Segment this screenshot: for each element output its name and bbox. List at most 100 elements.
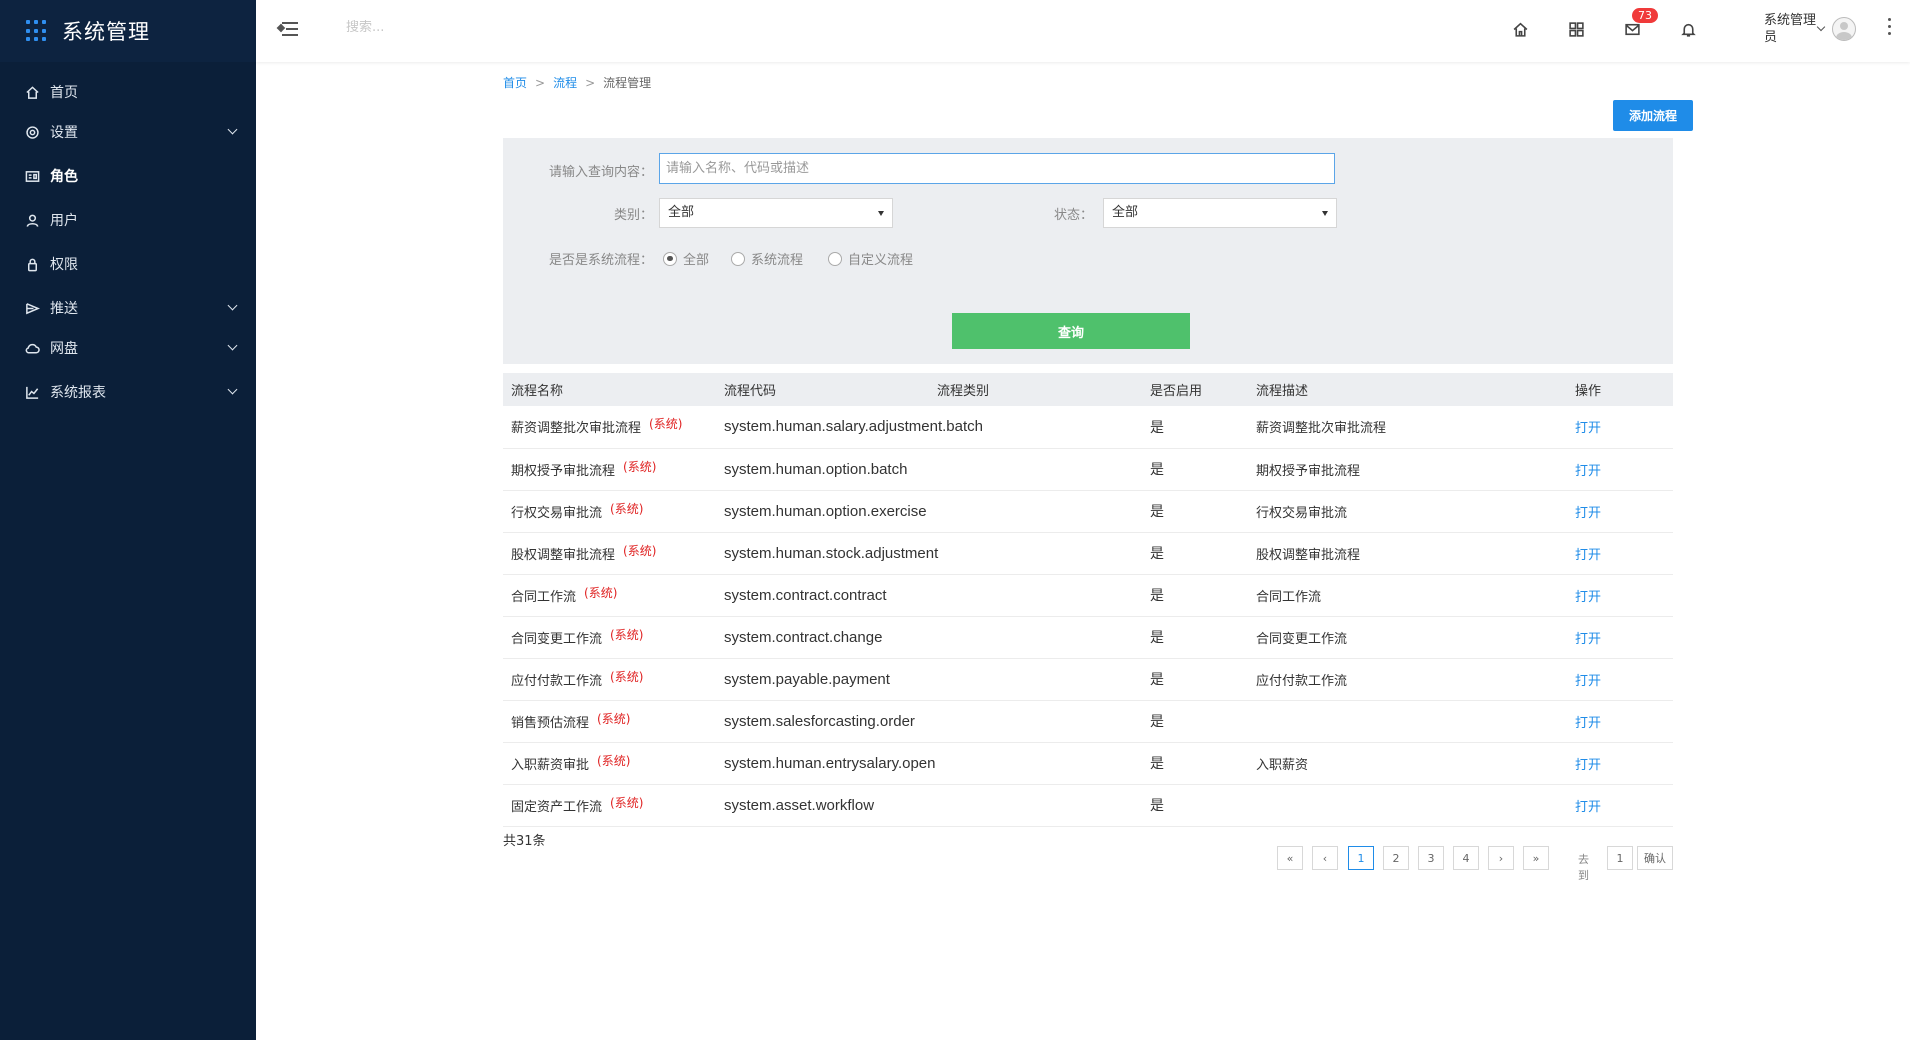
radio-all[interactable]: 全部: [663, 249, 709, 268]
goto-page-input[interactable]: 1: [1607, 846, 1633, 870]
open-link[interactable]: 打开: [1575, 800, 1601, 815]
flow-description: 入职薪资: [1248, 742, 1567, 785]
open-link[interactable]: 打开: [1575, 632, 1601, 647]
flow-description: 薪资调整批次审批流程: [1248, 406, 1567, 449]
sidebar-item-label: 首页: [50, 85, 78, 101]
add-flow-button[interactable]: 添加流程: [1613, 100, 1693, 131]
caret-down-icon: [878, 211, 884, 216]
sidebar-toggle-icon[interactable]: [276, 20, 298, 38]
flow-action-cell: 打开: [1567, 448, 1673, 491]
flow-name: 股权调整审批流程: [511, 547, 616, 563]
chart-line-icon: [24, 384, 40, 400]
mail-badge: 73: [1632, 8, 1658, 23]
query-input[interactable]: [659, 153, 1335, 184]
open-link[interactable]: 打开: [1575, 548, 1601, 563]
chevron-down-icon[interactable]: [1816, 22, 1826, 32]
open-link[interactable]: 打开: [1575, 421, 1601, 436]
more-vertical-icon[interactable]: [1888, 18, 1892, 39]
sidebar-item-2[interactable]: 角色: [0, 154, 256, 198]
flow-description: 行权交易审批流: [1248, 490, 1567, 533]
chevron-down-icon: [227, 340, 238, 351]
table-header-row: 流程名称 流程代码 流程类别 是否启用 流程描述 操作: [503, 373, 1673, 406]
mail-icon[interactable]: 73: [1622, 8, 1658, 39]
flow-code: system.salesforcasting.order: [716, 700, 929, 743]
flow-category: [929, 784, 1142, 827]
flow-name: 薪资调整批次审批流程: [511, 421, 642, 437]
goto-confirm-button[interactable]: 确认: [1637, 846, 1673, 870]
sidebar-item-6[interactable]: 网盘: [0, 326, 256, 370]
open-link[interactable]: 打开: [1575, 506, 1601, 521]
sidebar-item-label: 用户: [50, 213, 78, 229]
sidebar-item-1[interactable]: 设置: [0, 110, 256, 154]
col-header-code: 流程代码: [716, 373, 929, 406]
filter-panel: 请输入查询内容： 类别： 全部 状态： 全部 是否是系统流程： 全部 系统流程 …: [503, 138, 1673, 364]
radio-system[interactable]: 系统流程: [731, 249, 803, 268]
sidebar-item-label: 权限: [50, 257, 78, 273]
flow-enabled: 是: [1142, 448, 1248, 491]
home-icon[interactable]: [1510, 19, 1530, 39]
sidebar-item-4[interactable]: 权限: [0, 242, 256, 286]
first-page-button[interactable]: «: [1277, 846, 1303, 870]
flow-name: 期权授予审批流程: [511, 463, 616, 479]
sidebar-item-5[interactable]: 推送: [0, 286, 256, 330]
lock-icon: [24, 256, 40, 272]
username[interactable]: 系统管理员: [1764, 12, 1816, 46]
prev-page-button[interactable]: ‹: [1312, 846, 1338, 870]
next-page-button[interactable]: ›: [1488, 846, 1514, 870]
flow-code: system.human.entrysalary.open: [716, 742, 936, 785]
radio-custom[interactable]: 自定义流程: [828, 249, 913, 268]
flow-category: [929, 448, 1142, 491]
flow-enabled: 是: [1142, 490, 1248, 533]
open-link[interactable]: 打开: [1575, 464, 1601, 479]
category-select[interactable]: 全部: [659, 198, 893, 228]
apps-icon[interactable]: [1566, 19, 1586, 39]
system-tag: (系统): [584, 585, 618, 600]
flow-action-cell: 打开: [1567, 532, 1673, 575]
page-4-button[interactable]: 4: [1453, 846, 1479, 870]
col-header-description: 流程描述: [1248, 373, 1567, 406]
cloud-icon: [24, 340, 40, 356]
open-link[interactable]: 打开: [1575, 590, 1601, 605]
breadcrumb-flow[interactable]: 流程: [553, 76, 577, 90]
flow-description: 期权授予审批流程: [1248, 448, 1567, 491]
bell-icon[interactable]: [1678, 19, 1698, 39]
system-tag: (系统): [610, 795, 644, 810]
flow-description: [1248, 700, 1567, 743]
page-2-button[interactable]: 2: [1383, 846, 1409, 870]
flow-enabled: 是: [1142, 616, 1248, 659]
sidebar-item-label: 推送: [50, 301, 78, 317]
flow-name-cell: 应付付款工作流 (系统): [503, 658, 716, 701]
sidebar-item-0[interactable]: 首页: [0, 70, 256, 114]
page-3-button[interactable]: 3: [1418, 846, 1444, 870]
total-count: 共31条: [503, 834, 546, 849]
flow-name: 合同工作流: [511, 589, 577, 605]
system-tag: (系统): [610, 669, 644, 684]
search-input[interactable]: [346, 20, 546, 35]
flow-enabled: 是: [1142, 784, 1248, 827]
goto-label: 去到: [1578, 853, 1589, 882]
flow-name-cell: 合同变更工作流 (系统): [503, 616, 716, 659]
sidebar-item-3[interactable]: 用户: [0, 198, 256, 242]
flow-code: system.human.stock.adjustment: [716, 532, 938, 575]
avatar[interactable]: [1832, 17, 1856, 41]
open-link[interactable]: 打开: [1575, 716, 1601, 731]
status-select[interactable]: 全部: [1103, 198, 1337, 228]
flow-description: 股权调整审批流程: [1248, 532, 1567, 575]
radio-checked-icon: [663, 251, 677, 266]
brand: 系统管理: [0, 0, 256, 62]
query-button[interactable]: 查询: [952, 313, 1190, 349]
col-header-category: 流程类别: [929, 373, 1142, 406]
flow-action-cell: 打开: [1567, 784, 1673, 827]
flow-name: 合同变更工作流: [511, 631, 603, 647]
sidebar-item-7[interactable]: 系统报表: [0, 370, 256, 414]
breadcrumb-home[interactable]: 首页: [503, 76, 527, 90]
col-header-name: 流程名称: [503, 373, 716, 406]
open-link[interactable]: 打开: [1575, 674, 1601, 689]
last-page-button[interactable]: »: [1523, 846, 1549, 870]
open-link[interactable]: 打开: [1575, 758, 1601, 773]
status-label: 状态：: [1053, 208, 1093, 223]
settings-icon: [24, 124, 40, 140]
page-1-button[interactable]: 1: [1348, 846, 1374, 870]
top-header: 73 系统管理员: [256, 0, 1910, 62]
table-row: 合同变更工作流 (系统) system.contract.change 是合同变更工作…: [503, 616, 1673, 659]
